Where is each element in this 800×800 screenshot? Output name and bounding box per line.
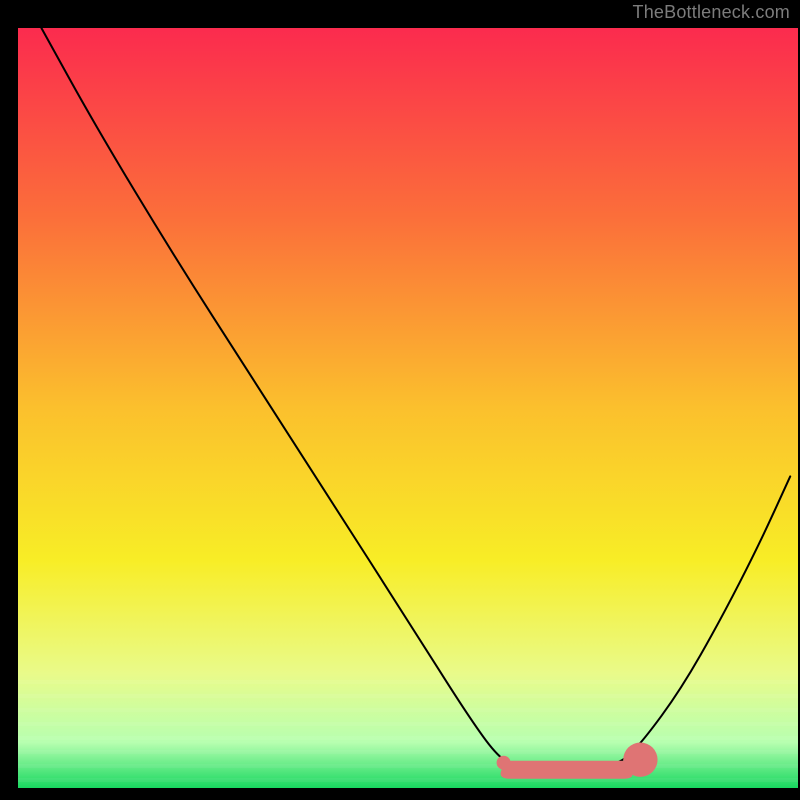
- chart-canvas: [0, 0, 800, 800]
- bottleneck-chart: TheBottleneck.com: [0, 0, 800, 800]
- plateau-marker: [501, 761, 633, 779]
- watermark-text: TheBottleneck.com: [633, 2, 790, 23]
- plateau-end-dot: [623, 743, 657, 777]
